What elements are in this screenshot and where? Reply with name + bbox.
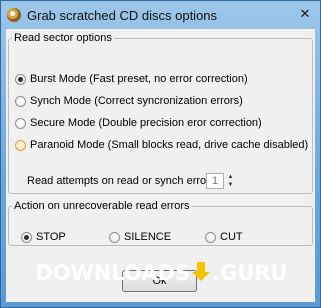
close-icon[interactable]: ✕ <box>296 6 314 22</box>
radio-stop[interactable]: STOP <box>21 229 66 245</box>
read-attempts-label: Read attempts on read or synch error: <box>27 175 213 187</box>
radio-button-paranoid[interactable] <box>15 139 26 151</box>
read-sector-legend: Read sector options <box>14 32 112 44</box>
radio-label-synch: Synch Mode (Correct syncronization error… <box>30 95 243 107</box>
app-icon <box>7 8 21 22</box>
window-title: Grab scratched CD discs options <box>27 8 218 23</box>
unrecoverable-errors-group: Action on unrecoverable read errors STOP… <box>8 200 313 246</box>
spin-up-icon[interactable]: ▲ <box>225 173 236 181</box>
dialog-window: Grab scratched CD discs options ✕ Read s… <box>0 0 321 308</box>
unrecoverable-legend: Action on unrecoverable read errors <box>14 200 190 212</box>
read-attempts-spinner[interactable]: ▲ ▼ <box>225 173 236 189</box>
radio-button-silence[interactable] <box>109 231 120 243</box>
radio-label-stop: STOP <box>36 231 66 243</box>
radio-silence[interactable]: SILENCE <box>109 229 171 245</box>
radio-label-paranoid: Paranoid Mode (Small blocks read, drive … <box>30 139 309 151</box>
radio-button-synch[interactable] <box>15 95 26 107</box>
title-bar: Grab scratched CD discs options ✕ <box>1 1 320 31</box>
radio-label-burst: Burst Mode (Fast preset, no error correc… <box>30 73 248 85</box>
radio-synch-mode[interactable]: Synch Mode (Correct syncronization error… <box>15 93 243 109</box>
radio-label-cut: CUT <box>220 231 243 243</box>
radio-cut[interactable]: CUT <box>205 229 243 245</box>
radio-button-burst[interactable] <box>15 73 26 85</box>
radio-burst-mode[interactable]: Burst Mode (Fast preset, no error correc… <box>15 71 248 87</box>
radio-button-cut[interactable] <box>205 231 216 243</box>
radio-secure-mode[interactable]: Secure Mode (Double precision eror corre… <box>15 115 262 131</box>
radio-button-stop[interactable] <box>21 231 32 243</box>
radio-label-silence: SILENCE <box>124 231 172 243</box>
read-sector-group: Read sector options Burst Mode (Fast pre… <box>8 32 313 194</box>
dialog-client-area: Read sector options Burst Mode (Fast pre… <box>6 29 315 302</box>
ok-button[interactable]: Ok <box>122 270 197 292</box>
radio-paranoid-mode[interactable]: Paranoid Mode (Small blocks read, drive … <box>15 137 308 153</box>
radio-button-secure[interactable] <box>15 117 26 129</box>
read-attempts-input[interactable]: 1 <box>206 173 224 189</box>
spin-down-icon[interactable]: ▼ <box>225 181 236 189</box>
radio-label-secure: Secure Mode (Double precision eror corre… <box>30 117 262 129</box>
